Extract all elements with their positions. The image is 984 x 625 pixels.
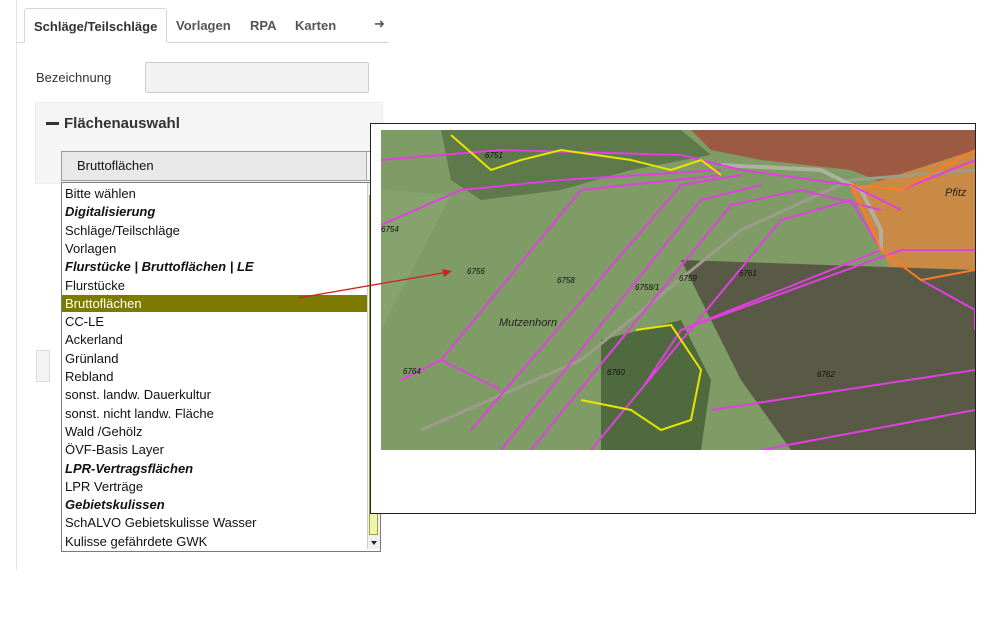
scroll-down-icon[interactable]	[371, 541, 377, 545]
more-tabs-arrow-icon[interactable]: ➜	[374, 8, 385, 40]
place-name-label: Mutzenhorn	[499, 317, 557, 329]
dropdown-option[interactable]: Flurstücke	[62, 277, 371, 294]
parcel-label: 6760	[607, 368, 625, 377]
dropdown-option[interactable]: Bitte wählen	[62, 185, 371, 202]
dropdown-option[interactable]: Kulisse gefährdete GWK	[62, 533, 371, 550]
section-title[interactable]: Flächenauswahl	[46, 115, 180, 132]
dropdown-option[interactable]: Ackerland	[62, 331, 371, 348]
parcel-label: 6762	[817, 370, 835, 379]
section-title-text: Flächenauswahl	[64, 115, 180, 132]
dropdown-option[interactable]: Wald /Gehölz	[62, 423, 371, 440]
map-edge-text: Pfitz	[945, 187, 967, 199]
parcel-label: 6758/1	[635, 283, 659, 292]
dropdown-option[interactable]: sonst. nicht landw. Fläche	[62, 405, 371, 422]
tab-karten[interactable]: Karten	[295, 8, 336, 41]
parcel-label: 6761	[739, 269, 757, 278]
left-panel: Schläge/Teilschläge Vorlagen RPA Karten …	[16, 0, 389, 570]
option-group-header: Digitalisierung	[65, 204, 156, 220]
aerial-map[interactable]: 6756 6758 6758/1 6759 6761 6760 6762 675…	[381, 130, 975, 450]
tab-rpa[interactable]: RPA	[250, 8, 276, 41]
layer-select[interactable]: Bruttoflächen	[61, 151, 381, 181]
dropdown-option[interactable]: SchALVO Gebietskulisse Wasser	[62, 514, 371, 531]
map-preview: 6756 6758 6758/1 6759 6761 6760 6762 675…	[370, 123, 976, 514]
minus-icon[interactable]	[46, 121, 59, 125]
option-group-header: Flurstücke | Bruttoflächen | LE	[65, 259, 254, 275]
dropdown-option[interactable]: ÖVF-Basis Layer	[62, 441, 371, 458]
dropdown-option[interactable]: Schläge/Teilschläge	[62, 222, 371, 239]
dropdown-option[interactable]: Grünland	[62, 350, 371, 367]
tab-schlaege[interactable]: Schläge/Teilschläge	[24, 8, 168, 43]
dropdown-option[interactable]: Rebland	[62, 368, 371, 385]
dropdown-option[interactable]: Vorlagen	[62, 240, 371, 257]
parcel-label: 6758	[557, 276, 575, 285]
hidden-button	[36, 350, 50, 382]
option-group-header: LPR-Vertragsflächen	[65, 460, 194, 476]
dropdown-option[interactable]: Bruttoflächen	[62, 294, 371, 312]
parcel-label: 6756	[467, 267, 485, 276]
bezeichnung-label: Bezeichnung	[36, 70, 112, 85]
dropdown-list: Bitte wählen Digitalisierung Schläge/Teils…	[61, 182, 381, 552]
dropdown-option[interactable]: LPR Verträge	[62, 478, 371, 495]
dropdown-option[interactable]: CC-LE	[62, 313, 371, 330]
option-group-header: Gebietskulissen	[65, 497, 165, 513]
dropdown-option[interactable]: sonst. landw. Dauerkultur	[62, 386, 371, 403]
parcel-label: 6759	[679, 274, 697, 283]
tab-bar: Schläge/Teilschläge Vorlagen RPA Karten …	[17, 8, 389, 43]
bezeichnung-input[interactable]	[145, 62, 369, 93]
parcel-label: 6764	[403, 367, 421, 376]
parcel-label: 6754	[381, 225, 399, 234]
tab-vorlagen[interactable]: Vorlagen	[176, 8, 231, 41]
parcel-label: 6751	[485, 151, 503, 160]
select-value: Bruttoflächen	[77, 158, 154, 173]
